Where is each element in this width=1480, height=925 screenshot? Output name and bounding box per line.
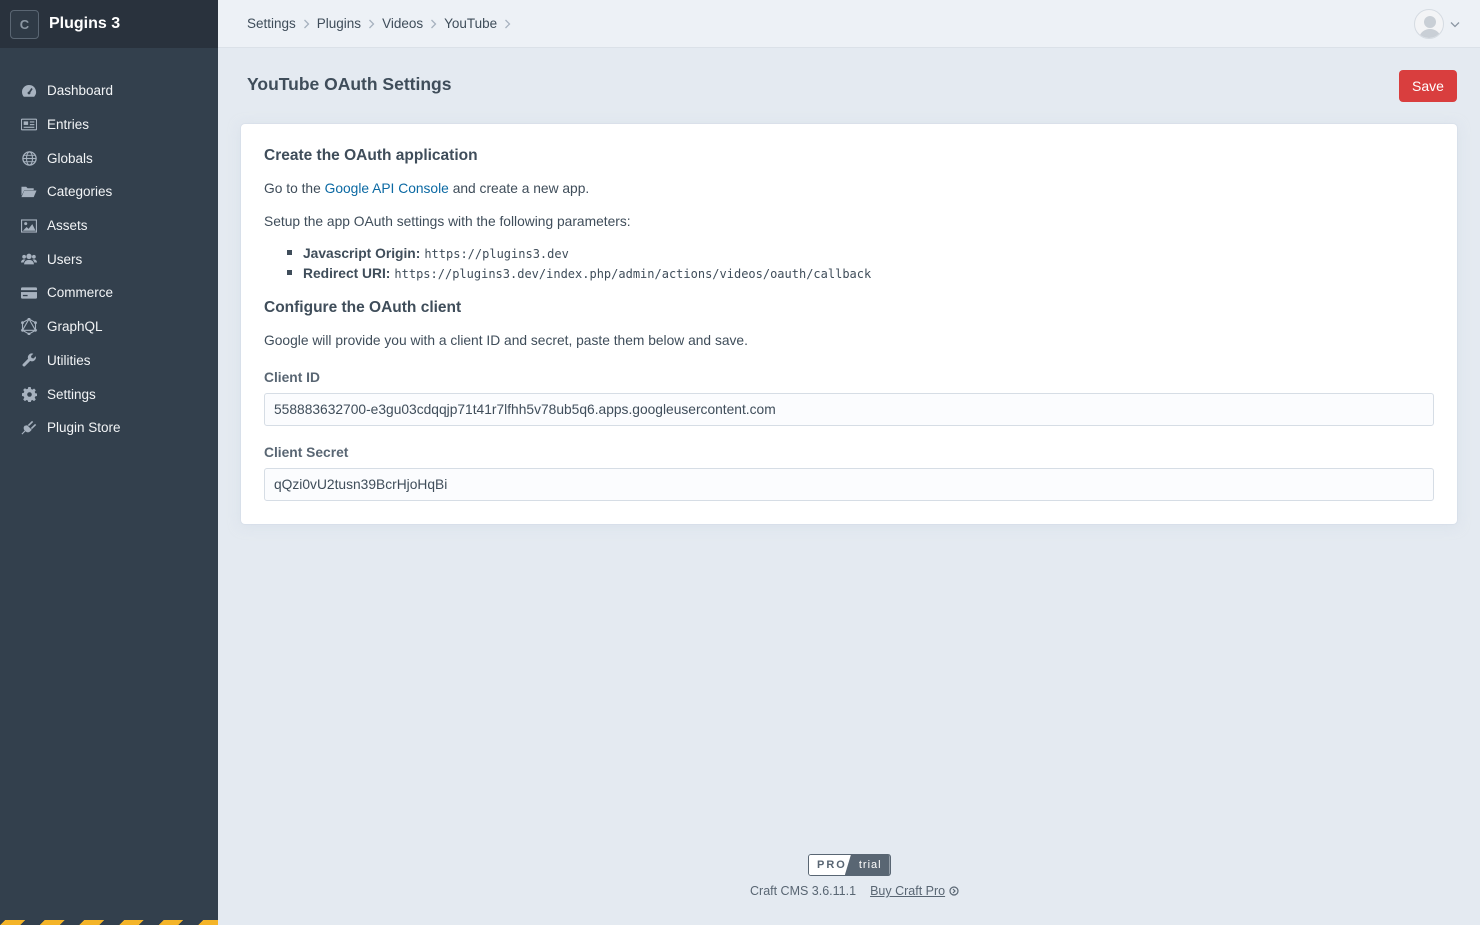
- page-title: YouTube OAuth Settings: [247, 74, 452, 94]
- newspaper-icon: [21, 117, 37, 133]
- version-text: Craft CMS 3.6.11.1: [750, 884, 857, 898]
- breadcrumb-item[interactable]: Plugins: [317, 16, 361, 31]
- section-title-create-app: Create the OAuth application: [264, 147, 478, 164]
- buy-craft-pro-link[interactable]: Buy Craft Pro: [870, 884, 945, 898]
- nav-item-settings[interactable]: Settings: [0, 377, 218, 411]
- nav-label: Globals: [47, 150, 93, 166]
- nav-label: GraphQL: [47, 319, 103, 335]
- goto-paragraph: Go to the Google API Console and create …: [264, 181, 589, 196]
- nav-item-categories[interactable]: Categories: [0, 175, 218, 209]
- nav-item-dashboard[interactable]: Dashboard: [0, 74, 218, 108]
- client-id-label: Client ID: [264, 370, 320, 385]
- google-api-console-link[interactable]: Google API Console: [325, 181, 449, 196]
- nav-item-commerce[interactable]: Commerce: [0, 276, 218, 310]
- bullet-icon: [287, 250, 292, 255]
- site-header[interactable]: C Plugins 3: [0, 0, 218, 48]
- goto-suffix: and create a new app.: [448, 181, 590, 196]
- nav-item-plugin-store[interactable]: Plugin Store: [0, 411, 218, 445]
- gear-icon: [21, 386, 37, 402]
- edition-trial: trial: [844, 855, 890, 875]
- nav-label: Users: [47, 251, 83, 267]
- edition-badge[interactable]: PRO trial: [808, 854, 891, 876]
- globe-icon: [21, 150, 37, 166]
- redirect-value: https://plugins3.dev/index.php/admin/act…: [394, 267, 872, 281]
- main-nav: Dashboard Entries Globals Categories Ass…: [0, 74, 218, 445]
- nav-label: Dashboard: [47, 83, 114, 99]
- goto-prefix: Go to the: [264, 181, 325, 196]
- client-paragraph: Google will provide you with a client ID…: [264, 333, 748, 348]
- section-title-configure-client: Configure the OAuth client: [264, 299, 462, 316]
- list-item: Redirect URI: https://plugins3.dev/index…: [287, 266, 871, 281]
- nav-label: Plugin Store: [47, 420, 121, 436]
- breadcrumb-item[interactable]: Settings: [247, 16, 296, 31]
- chevron-down-icon: [1450, 21, 1460, 28]
- breadcrumb-item[interactable]: Videos: [382, 16, 423, 31]
- chevron-right-icon: [430, 19, 437, 29]
- circle-arrow-icon: [949, 886, 959, 896]
- sidebar: C Plugins 3 Dashboard Entries Globals Ca…: [0, 0, 218, 925]
- nav-label: Categories: [47, 184, 113, 200]
- nav-item-globals[interactable]: Globals: [0, 141, 218, 175]
- client-secret-label: Client Secret: [264, 445, 349, 460]
- breadcrumb-item[interactable]: YouTube: [444, 16, 497, 31]
- chevron-right-icon: [303, 19, 310, 29]
- credit-card-icon: [21, 285, 37, 301]
- top-bar: Settings Plugins Videos YouTube: [218, 0, 1480, 48]
- folder-open-icon: [21, 184, 37, 200]
- nav-item-graphql[interactable]: GraphQL: [0, 310, 218, 344]
- wrench-icon: [21, 352, 37, 368]
- hazard-stripe: [0, 920, 218, 925]
- plug-icon: [21, 420, 37, 436]
- breadcrumb: Settings Plugins Videos YouTube: [247, 16, 518, 31]
- site-name: Plugins 3: [49, 15, 121, 32]
- list-item: Javascript Origin: https://plugins3.dev: [287, 246, 569, 261]
- chevron-right-icon[interactable]: [504, 19, 511, 29]
- client-secret-input[interactable]: [264, 468, 1434, 501]
- nav-label: Settings: [47, 386, 96, 402]
- nav-label: Assets: [47, 218, 88, 234]
- user-menu[interactable]: [1414, 9, 1460, 39]
- nav-item-entries[interactable]: Entries: [0, 108, 218, 142]
- graphql-icon: [21, 318, 37, 336]
- redirect-label: Redirect URI:: [303, 266, 391, 281]
- nav-item-assets[interactable]: Assets: [0, 209, 218, 243]
- nav-item-users[interactable]: Users: [0, 242, 218, 276]
- image-icon: [21, 218, 37, 234]
- save-button[interactable]: Save: [1399, 70, 1457, 102]
- gauge-icon: [21, 83, 37, 99]
- users-icon: [21, 251, 37, 267]
- client-id-input[interactable]: [264, 393, 1434, 426]
- origin-label: Javascript Origin:: [303, 246, 421, 261]
- chevron-right-icon: [368, 19, 375, 29]
- avatar: [1414, 9, 1444, 39]
- nav-label: Commerce: [47, 285, 114, 301]
- nav-label: Entries: [47, 117, 90, 133]
- edition-pro: PRO: [809, 855, 851, 875]
- footer: Craft CMS 3.6.11.1 Buy Craft Pro: [750, 884, 959, 898]
- setup-paragraph: Setup the app OAuth settings with the fo…: [264, 214, 631, 229]
- origin-value: https://plugins3.dev: [424, 247, 569, 261]
- settings-card: Create the OAuth application Go to the G…: [241, 124, 1457, 524]
- nav-label: Utilities: [47, 352, 91, 368]
- bullet-icon: [287, 270, 292, 275]
- nav-item-utilities[interactable]: Utilities: [0, 344, 218, 378]
- site-logo: C: [10, 9, 39, 39]
